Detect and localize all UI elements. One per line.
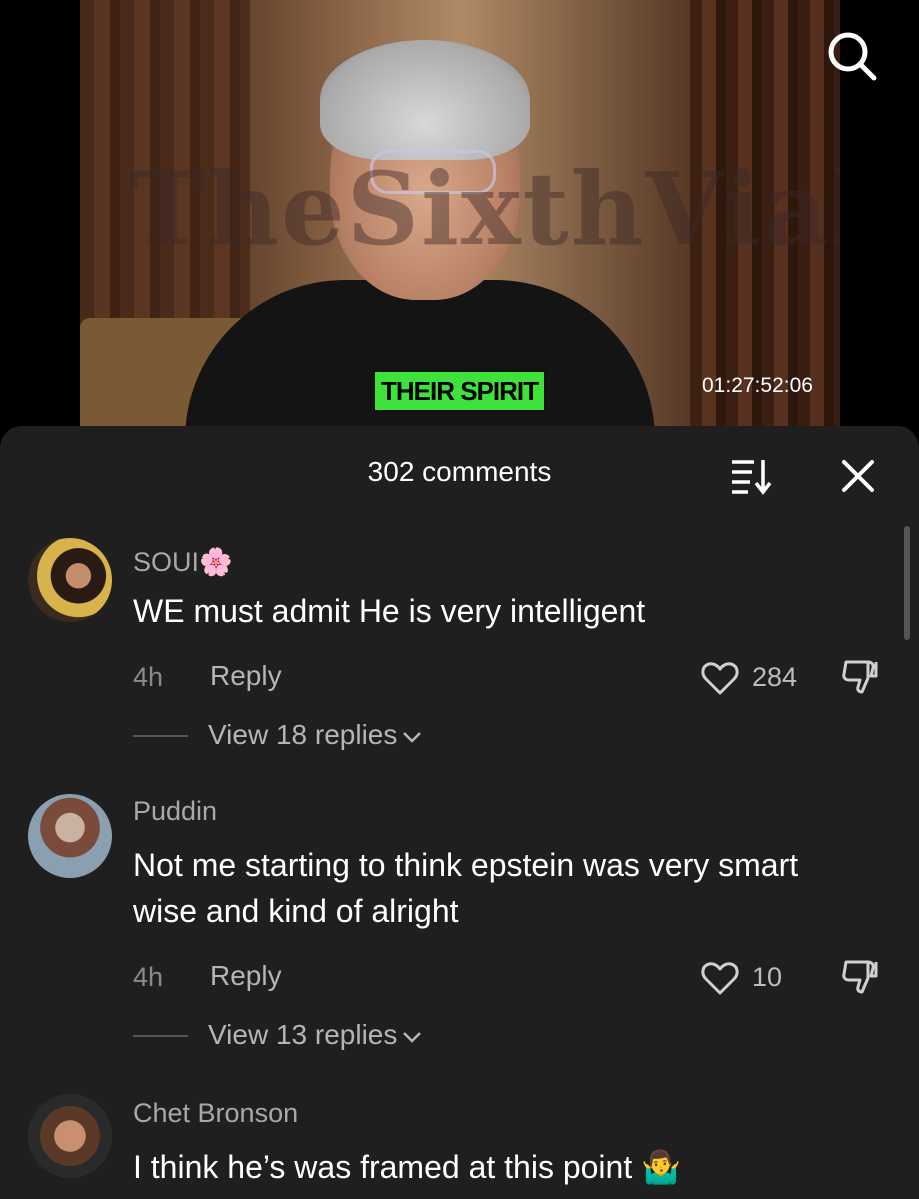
view-replies-label: View 13 replies xyxy=(208,1019,398,1050)
comments-count-title: 302 comments xyxy=(367,456,552,487)
reply-button[interactable]: Reply xyxy=(210,960,282,992)
avatar[interactable] xyxy=(28,538,112,622)
video-caption: THEIR SPIRIT xyxy=(373,370,547,412)
avatar[interactable] xyxy=(28,794,112,878)
close-button[interactable] xyxy=(836,454,880,498)
comment-time: 4h xyxy=(133,662,164,692)
avatar[interactable] xyxy=(28,1094,112,1178)
sort-button[interactable] xyxy=(730,456,774,496)
comment-item: Puddin Not me starting to think epstein … xyxy=(0,794,919,1094)
dislike-icon[interactable] xyxy=(838,654,884,700)
heart-icon[interactable] xyxy=(700,958,740,998)
person-hair xyxy=(320,40,530,160)
comment-text: Not me starting to think epstein was ver… xyxy=(133,847,799,929)
chevron-down-icon xyxy=(403,1031,422,1043)
comment-time: 4h xyxy=(133,962,164,992)
comment-text: I think he’s was framed at this point 🤷‍… xyxy=(133,1149,681,1185)
dislike-icon[interactable] xyxy=(838,954,884,1000)
video-watermark: TheSixthVial xyxy=(130,150,840,268)
comment-text: WE must admit He is very intelligent xyxy=(133,593,646,629)
view-replies-button[interactable]: View 18 replies xyxy=(208,719,423,751)
view-replies-label: View 18 replies xyxy=(208,719,398,750)
video-player[interactable]: TheSixthVial THEIR SPIRIT 01:27:52:06 xyxy=(0,0,919,440)
heart-icon[interactable] xyxy=(700,658,740,698)
comments-sheet: 302 comments SOUI🌸 WE must admit He is v… xyxy=(0,426,919,1199)
comment-username[interactable]: Puddin xyxy=(133,796,217,827)
view-replies-button[interactable]: View 13 replies xyxy=(208,1019,423,1051)
reply-button[interactable]: Reply xyxy=(210,660,282,692)
comment-username[interactable]: Chet Bronson xyxy=(133,1098,298,1129)
search-button[interactable] xyxy=(824,28,880,84)
search-icon xyxy=(828,32,877,81)
like-count: 10 xyxy=(752,962,783,992)
close-icon xyxy=(842,460,874,492)
comment-item: Chet Bronson I think he’s was framed at … xyxy=(0,1094,919,1199)
view-replies-divider xyxy=(133,1035,188,1037)
comment-username[interactable]: SOUI🌸 xyxy=(133,546,233,578)
sort-icon xyxy=(732,460,772,495)
video-timecode: 01:27:52:06 xyxy=(702,374,813,397)
comment-item: SOUI🌸 WE must admit He is very intellige… xyxy=(0,538,919,798)
like-count: 284 xyxy=(752,662,798,692)
person-body xyxy=(185,280,655,440)
chevron-down-icon xyxy=(403,731,422,743)
view-replies-divider xyxy=(133,735,188,737)
